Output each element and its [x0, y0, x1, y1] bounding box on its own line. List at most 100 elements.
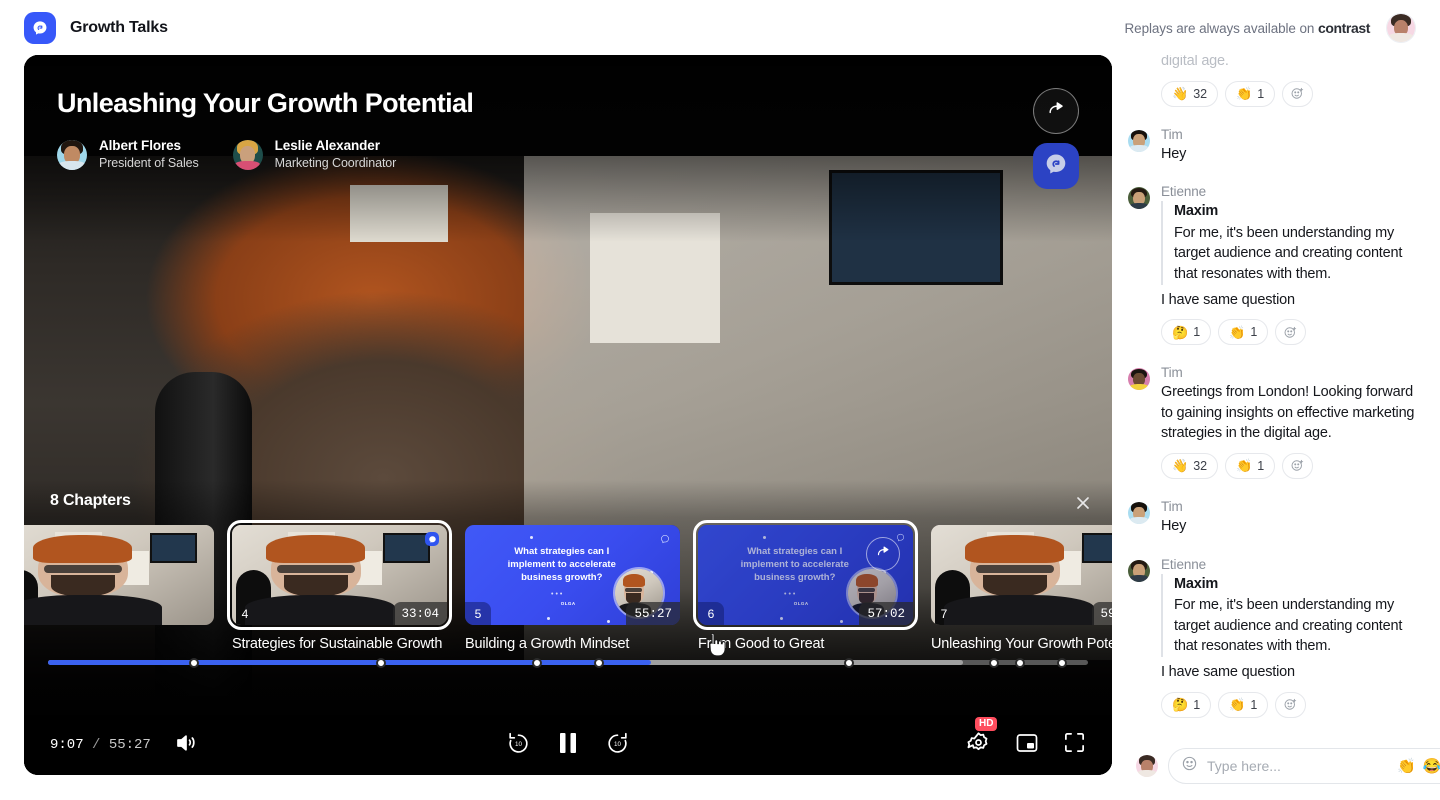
reaction-chip[interactable]: 👏 1 — [1225, 81, 1275, 107]
quoted-comment: Maxim For me, it's been understanding my… — [1161, 201, 1428, 284]
chapter-thumbnail[interactable] — [24, 525, 214, 625]
comment-text: digital age. — [1161, 55, 1428, 72]
chapter-card[interactable]: l — [24, 525, 214, 705]
chapters-strip[interactable]: l 4 33:04 Strategies — [24, 525, 1112, 705]
share-arrow-icon — [876, 544, 891, 564]
comment-author: Tim — [1161, 127, 1428, 142]
comment-text: I have same question — [1161, 662, 1428, 683]
add-reaction-icon[interactable] — [1282, 453, 1313, 479]
chapter-thumbnail[interactable]: 4 33:04 — [232, 525, 447, 625]
reaction-chip[interactable]: 👏 1 — [1218, 692, 1268, 718]
svg-text:10: 10 — [515, 741, 522, 748]
settings-button[interactable]: HD — [966, 730, 991, 760]
reaction-bar: 🤔 1 👏 1 — [1161, 692, 1428, 718]
header-right: Replays are always available on contrast — [1125, 13, 1416, 43]
chapter-marker[interactable] — [844, 658, 854, 668]
progress-fill — [48, 660, 651, 665]
chapter-thumbnail[interactable]: 7 59:45 — [931, 525, 1112, 625]
comment-text: Greetings from London! Looking forward t… — [1161, 382, 1428, 444]
comment-composer: 👏 😂 🔥 — [1128, 748, 1440, 784]
replay-note: Replays are always available on contrast — [1125, 20, 1370, 36]
add-reaction-icon[interactable] — [1275, 319, 1306, 345]
chapter-marker[interactable] — [532, 658, 542, 668]
picture-in-picture-icon — [1015, 732, 1039, 759]
fullscreen-button[interactable] — [1063, 731, 1086, 759]
comments-sidebar: digital age. 👋 32 👏 1 — [1128, 55, 1440, 800]
rewind-10-button[interactable]: 10 — [506, 730, 531, 760]
reaction-chip[interactable]: 👏 1 — [1218, 319, 1268, 345]
share-button[interactable] — [1033, 88, 1079, 134]
reaction-chip[interactable]: 👏 1 — [1225, 453, 1275, 479]
comment-item: Tim Hey — [1128, 127, 1428, 185]
speaker-name: Albert Flores — [99, 137, 199, 155]
chapter-card[interactable]: 7 59:45 Unleashing Your Growth Potential — [931, 525, 1112, 705]
brand[interactable]: Growth Talks — [24, 12, 168, 44]
chapter-card[interactable]: 4 33:04 Strategies for Sustainable Growt… — [232, 525, 447, 705]
progress-bar[interactable] — [48, 660, 1088, 665]
gear-icon — [966, 730, 991, 760]
chapter-marker[interactable] — [1057, 658, 1067, 668]
comment-item: digital age. 👋 32 👏 1 — [1128, 55, 1428, 127]
add-reaction-icon[interactable] — [1275, 692, 1306, 718]
quote-author: Maxim — [1174, 201, 1428, 223]
chapter-card[interactable]: What strategies can I implement to accel… — [465, 525, 680, 705]
video-title: Unleashing Your Growth Potential — [57, 88, 473, 119]
reaction-chip[interactable]: 🤔 1 — [1161, 692, 1211, 718]
quote-text: For me, it's been understanding my targe… — [1174, 595, 1428, 657]
forward-10-button[interactable]: 10 — [605, 730, 630, 760]
reaction-emoji: 👏 — [1236, 459, 1252, 472]
speaker-role: Marketing Coordinator — [275, 155, 397, 172]
chapter-marker[interactable] — [594, 658, 604, 668]
chapter-label: Unleashing Your Growth Potential — [931, 636, 1112, 652]
pip-button[interactable] — [1015, 732, 1039, 759]
chapter-thumbnail[interactable]: What strategies can I implement to accel… — [465, 525, 680, 625]
slide-question: What strategies can I implement to accel… — [495, 545, 628, 584]
close-icon[interactable] — [1072, 492, 1094, 514]
chapter-number: 7 — [931, 602, 957, 625]
fullscreen-icon — [1063, 731, 1086, 759]
avatar[interactable] — [1136, 755, 1158, 777]
video-player[interactable]: Unleashing Your Growth Potential Albert … — [24, 55, 1112, 775]
comment-avatar[interactable] — [1128, 368, 1150, 390]
quote-author: Maxim — [1174, 574, 1428, 596]
comment-avatar[interactable] — [1128, 502, 1150, 524]
reaction-count: 1 — [1250, 325, 1257, 339]
comment-item: Tim Hey — [1128, 499, 1428, 557]
comment-text: Hey — [1161, 144, 1428, 165]
contrast-logo-button[interactable] — [1033, 143, 1079, 189]
comment-avatar[interactable] — [1128, 560, 1150, 582]
comment-text: Hey — [1161, 516, 1428, 537]
comment-avatar[interactable] — [1128, 130, 1150, 152]
chapter-marker[interactable] — [189, 658, 199, 668]
chapter-number: 5 — [465, 602, 491, 625]
reaction-emoji: 👏 — [1229, 698, 1245, 711]
slide-author: OLGA — [538, 601, 598, 606]
chapter-number: 4 — [232, 602, 258, 625]
smiley-icon[interactable] — [1181, 755, 1198, 777]
laugh-emoji-button[interactable]: 😂 — [1423, 759, 1440, 774]
comment-avatar[interactable] — [1128, 187, 1150, 209]
contrast-logo-icon — [425, 532, 439, 546]
reaction-chip[interactable]: 👋 32 — [1161, 453, 1218, 479]
replay-note-brand: contrast — [1318, 20, 1370, 36]
chapter-marker[interactable] — [376, 658, 386, 668]
chapter-marker[interactable] — [1015, 658, 1025, 668]
comment-author: Etienne — [1161, 557, 1428, 572]
clap-emoji-button[interactable]: 👏 — [1397, 759, 1416, 774]
add-reaction-icon[interactable] — [1282, 81, 1313, 107]
reaction-chip[interactable]: 🤔 1 — [1161, 319, 1211, 345]
pause-icon — [557, 731, 579, 760]
comments-list[interactable]: digital age. 👋 32 👏 1 — [1128, 55, 1440, 734]
chapter-card[interactable]: What strategies can I implement to accel… — [698, 525, 913, 705]
chapter-marker[interactable] — [989, 658, 999, 668]
avatar[interactable] — [1386, 13, 1416, 43]
pause-button[interactable] — [557, 731, 579, 760]
reaction-chip[interactable]: 👋 32 — [1161, 81, 1218, 107]
comment-item: Etienne Maxim For me, it's been understa… — [1128, 184, 1428, 365]
comment-input-box[interactable]: 👏 😂 🔥 — [1168, 748, 1440, 784]
speaker-avatar — [57, 140, 87, 170]
share-arrow-icon — [1047, 99, 1066, 123]
comment-input[interactable] — [1207, 758, 1388, 774]
comment-text: I have same question — [1161, 290, 1428, 311]
chapter-thumbnail[interactable]: What strategies can I implement to accel… — [698, 525, 913, 625]
